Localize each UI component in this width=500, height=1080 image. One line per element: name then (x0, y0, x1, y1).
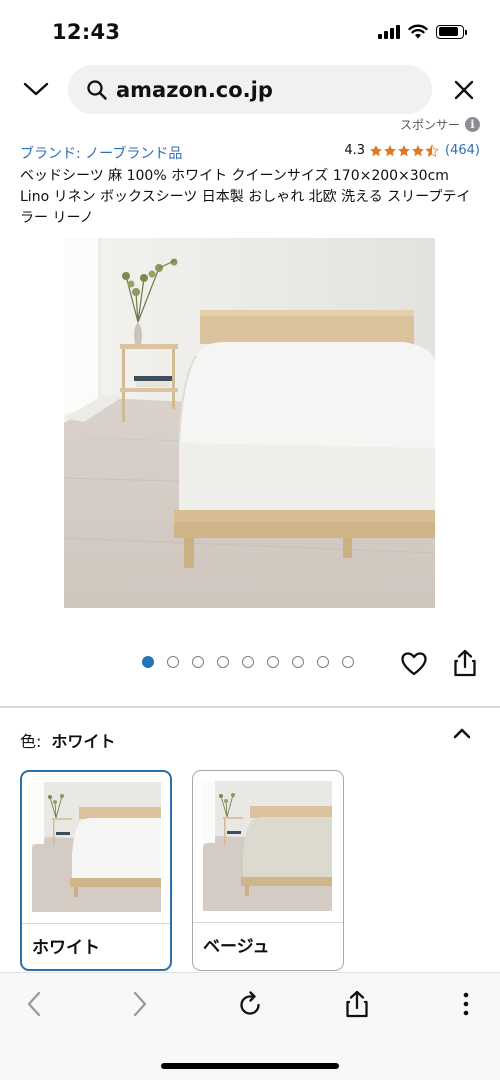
product-image[interactable] (64, 238, 435, 608)
search-icon (87, 79, 107, 100)
sponsored-label[interactable]: スポンサー i (400, 116, 480, 133)
status-bar: 12:43 (0, 0, 500, 62)
swatch-image (203, 781, 332, 911)
star-icon (398, 144, 410, 156)
battery-icon (436, 24, 467, 39)
forward-arrow-icon[interactable] (124, 987, 156, 1021)
color-option-beige[interactable]: ベージュ (192, 770, 344, 971)
swatch-divider (193, 922, 343, 923)
close-icon[interactable] (448, 74, 480, 106)
sponsor-text: スポンサー (399, 118, 460, 132)
color-selector-label: 色: ホワイト (20, 728, 115, 752)
chevron-up-icon[interactable] (450, 722, 474, 746)
info-icon[interactable]: i (465, 117, 480, 132)
carousel-dot[interactable] (167, 656, 179, 668)
image-carousel-dots[interactable] (142, 656, 354, 668)
carousel-dot[interactable] (267, 656, 279, 668)
carousel-dot[interactable] (342, 656, 354, 668)
reload-icon[interactable] (234, 987, 266, 1021)
heart-icon[interactable] (400, 650, 428, 678)
status-time: 12:43 (52, 20, 121, 44)
swatch-label: ベージュ (203, 937, 270, 957)
amazon-product-page: 12:43 amazon.co.jp スポンサー i ブランド: ノーブランド品… (0, 0, 500, 1080)
color-key: 色: (20, 732, 42, 751)
rating-summary[interactable]: 4.3 (464) (344, 143, 480, 158)
star-icon (412, 144, 424, 156)
carousel-dot[interactable] (317, 656, 329, 668)
share-icon[interactable] (452, 648, 478, 678)
back-arrow-icon[interactable] (18, 987, 50, 1021)
carousel-dot[interactable] (242, 656, 254, 668)
url-field[interactable]: amazon.co.jp (68, 65, 432, 114)
rating-score: 4.3 (344, 143, 366, 158)
swatch-image (32, 782, 161, 912)
carousel-dot[interactable] (142, 656, 154, 668)
star-icon (370, 144, 382, 156)
rating-count[interactable]: (464) (445, 143, 480, 158)
section-divider (0, 706, 500, 708)
star-rating (369, 143, 439, 158)
product-title[interactable]: ベッドシーツ 麻 100% ホワイト クイーンサイズ 170×200×30cm … (20, 166, 482, 229)
browser-url-bar: amazon.co.jp (0, 62, 500, 118)
url-text: amazon.co.jp (116, 77, 273, 102)
star-icon (384, 144, 396, 156)
status-icons (378, 24, 467, 39)
carousel-dot[interactable] (217, 656, 229, 668)
brand-link[interactable]: ブランド: ノーブランド品 (20, 143, 182, 163)
carousel-dot[interactable] (192, 656, 204, 668)
cellular-signal-icon (378, 24, 400, 39)
swatch-divider (22, 923, 170, 924)
more-vertical-icon[interactable] (450, 987, 482, 1021)
color-option-white[interactable]: ホワイト (20, 770, 172, 971)
chevron-down-icon[interactable] (18, 74, 54, 104)
share-icon[interactable] (341, 987, 373, 1021)
swatch-label: ホワイト (32, 938, 100, 958)
selected-color-value: ホワイト (51, 732, 116, 751)
home-indicator[interactable] (161, 1063, 339, 1069)
carousel-dot[interactable] (292, 656, 304, 668)
half-star-icon (425, 143, 439, 157)
wifi-icon (408, 24, 428, 39)
